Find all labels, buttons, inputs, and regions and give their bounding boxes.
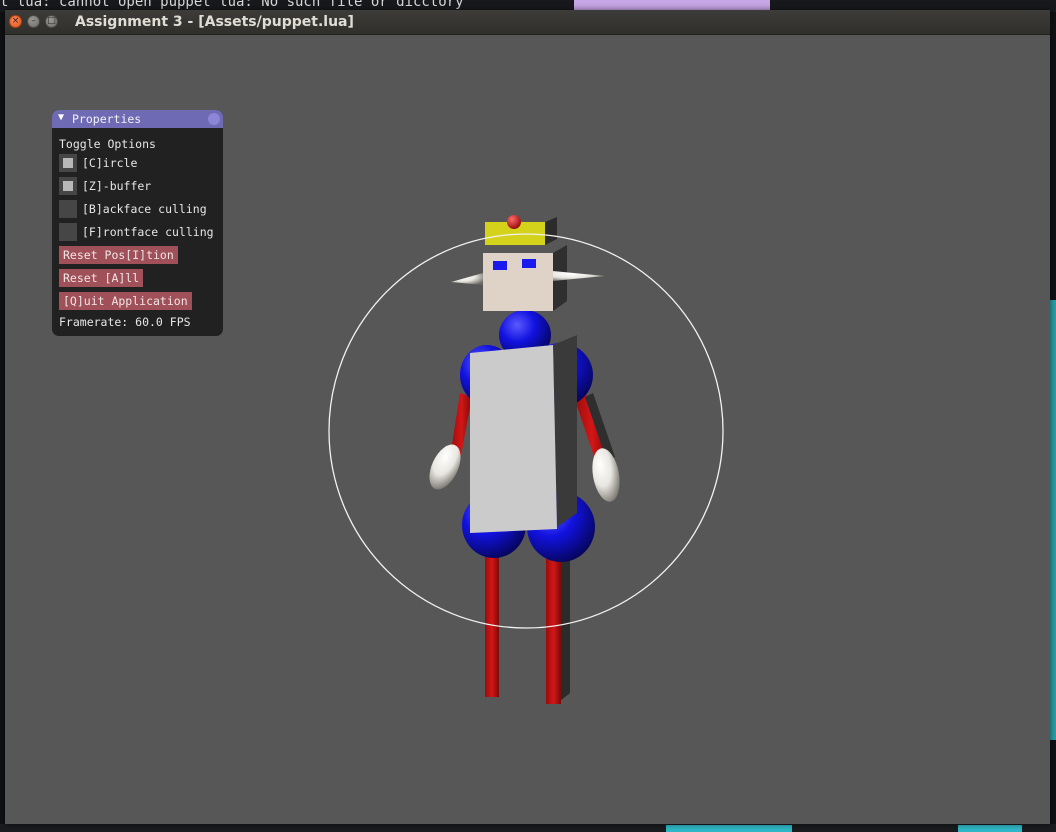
background-window-purple (574, 0, 770, 10)
checkbox-box[interactable] (59, 223, 77, 241)
crown-jewel (507, 215, 521, 229)
left-ear (451, 273, 483, 285)
toggle-options-label: Toggle Options (59, 137, 156, 151)
minimize-icon: – (31, 16, 36, 26)
torso-front (470, 345, 557, 533)
panel-title: Properties (72, 112, 142, 126)
title-bar[interactable]: × – □ Assignment 3 - [Assets/puppet.lua] (5, 10, 1050, 35)
framerate-readout: Framerate: 60.0 FPS (59, 315, 191, 329)
maximize-icon: □ (47, 16, 56, 26)
checkbox-label: [F]rontface culling (82, 225, 214, 239)
torso-side (553, 335, 577, 527)
quit-application-button[interactable]: [Q]uit Application (59, 292, 192, 310)
left-leg-front (485, 547, 499, 697)
window-title: Assignment 3 - [Assets/puppet.lua] (75, 14, 354, 30)
panel-close-icon[interactable] (208, 113, 220, 125)
terminal-output: t lua: cannot open puppet lua: No such f… (0, 0, 464, 10)
checkbox-box[interactable] (59, 177, 77, 195)
right-eye (522, 259, 536, 268)
background-panel-cyan-2 (958, 825, 1022, 832)
close-icon: × (11, 16, 20, 26)
background-panel-cyan (666, 825, 792, 832)
checkbox-box[interactable] (59, 154, 77, 172)
reset-position-button[interactable]: Reset Pos[I]tion (59, 246, 178, 264)
properties-panel[interactable]: ▼ Properties Toggle Options [C]ircle [Z]… (52, 110, 223, 336)
close-button[interactable]: × (9, 15, 22, 28)
right-ear (553, 271, 605, 281)
checkbox-label: [C]ircle (82, 156, 138, 170)
reset-all-button[interactable]: Reset [A]ll (59, 269, 144, 287)
gl-viewport[interactable]: ▼ Properties Toggle Options [C]ircle [Z]… (5, 35, 1050, 824)
checkbox-label: [B]ackface culling (82, 202, 207, 216)
maximize-button[interactable]: □ (45, 15, 58, 28)
crown-side (545, 217, 557, 245)
app-window: × – □ Assignment 3 - [Assets/puppet.lua] (5, 10, 1050, 824)
collapse-arrow-icon[interactable]: ▼ (58, 112, 64, 123)
minimize-button[interactable]: – (27, 15, 40, 28)
left-eye (493, 261, 507, 270)
checkbox-label: [Z]-buffer (82, 179, 152, 193)
panel-header[interactable]: ▼ Properties (52, 110, 223, 128)
background-taskbar (0, 824, 1056, 832)
background-window-edge (1050, 300, 1056, 740)
checkbox-box[interactable] (59, 200, 77, 218)
right-leg-side (560, 543, 570, 701)
